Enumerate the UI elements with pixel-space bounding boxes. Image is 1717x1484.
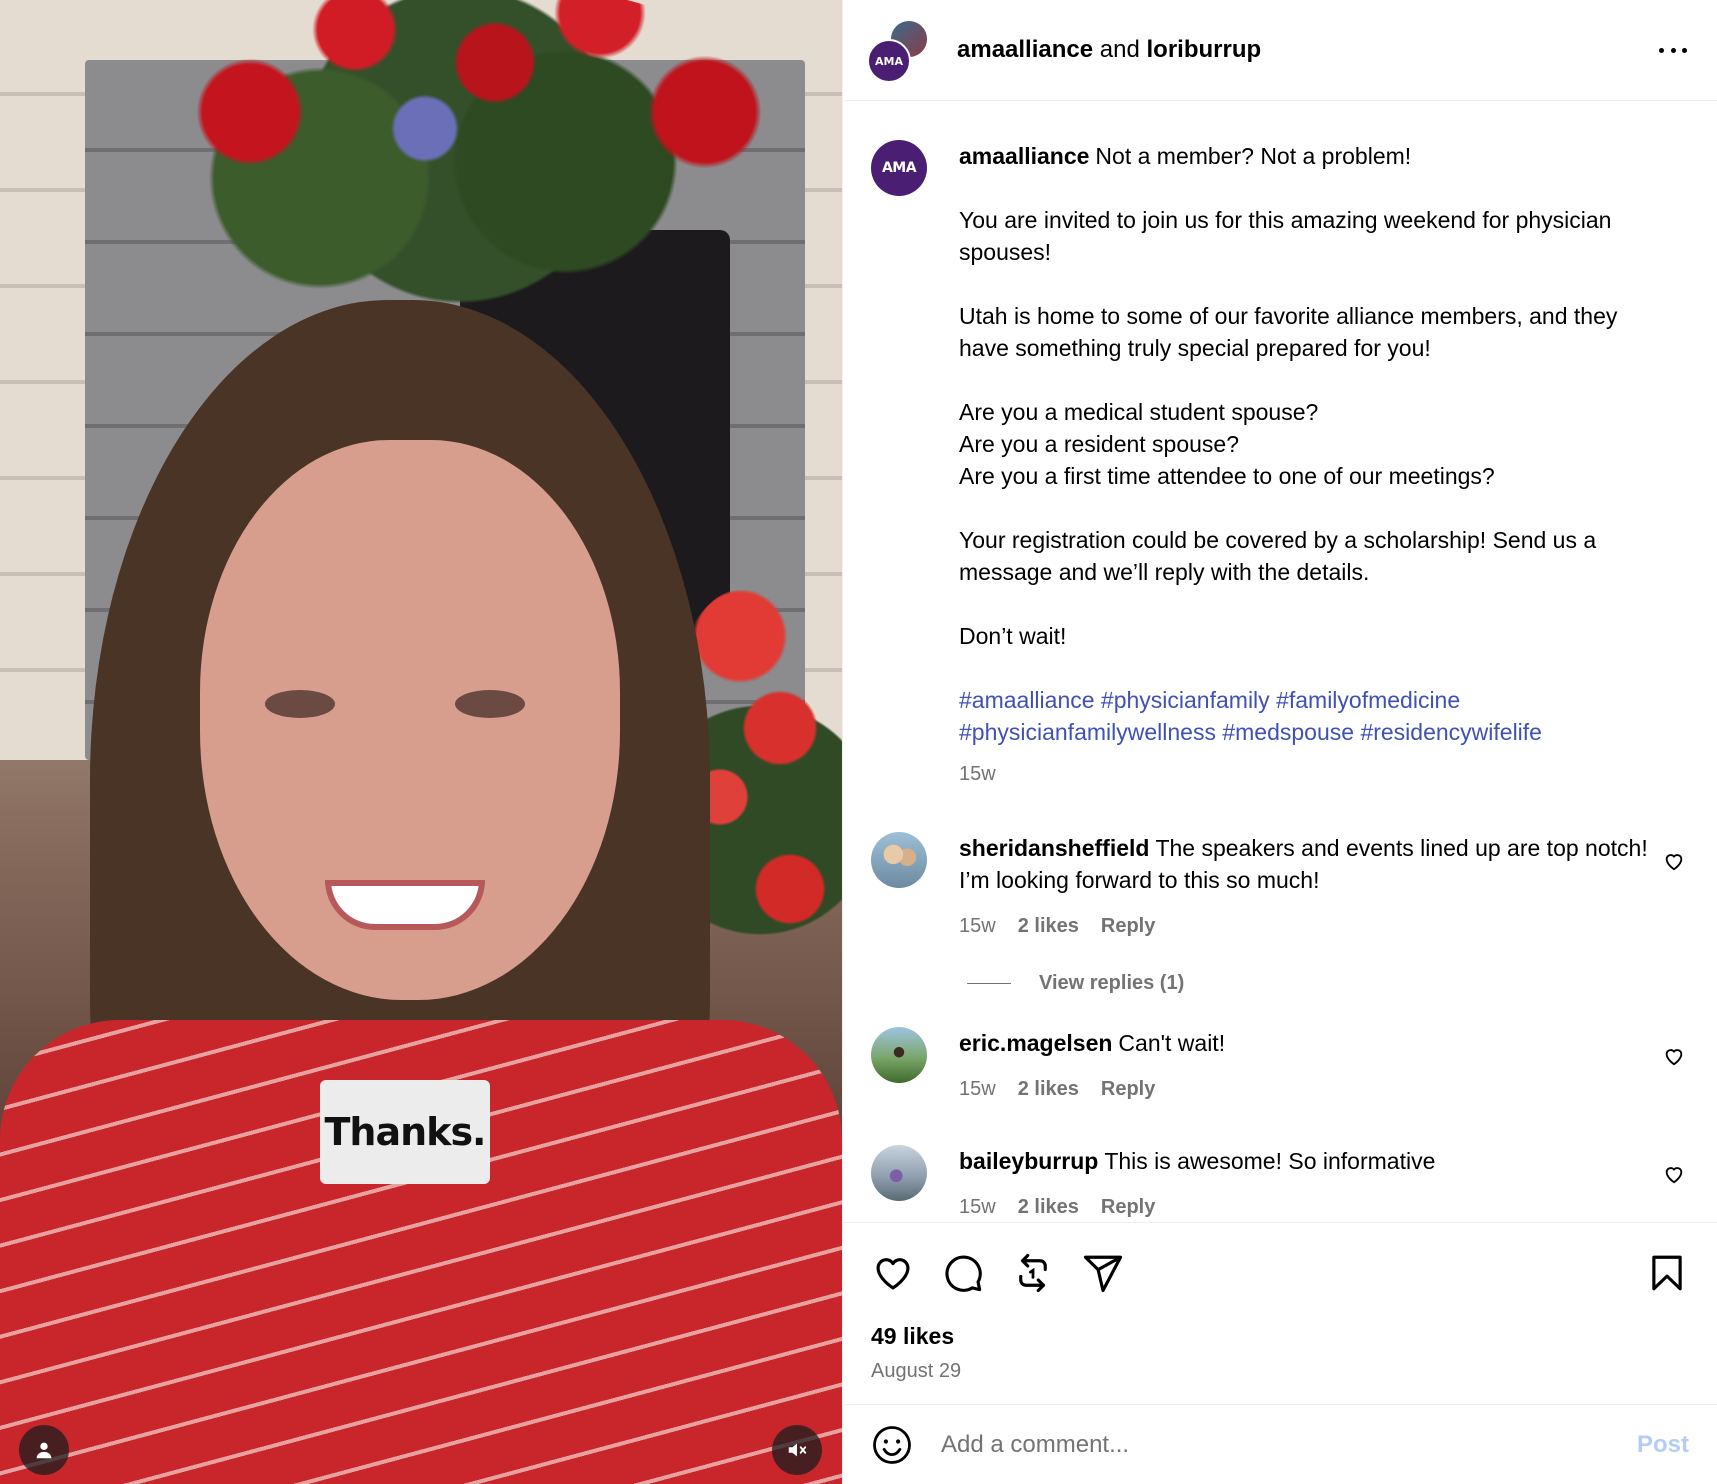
- more-icon-dot: [1682, 47, 1687, 53]
- comment-text: This is awesome! So informative: [1104, 1148, 1436, 1174]
- emoji-icon[interactable]: [871, 1424, 913, 1466]
- header-title: amaalliance and loriburrup: [957, 36, 1261, 64]
- comment-meta: 15w 2 likes Reply: [959, 1073, 1649, 1105]
- video-person-eye-left: [265, 690, 335, 718]
- comment-item: eric.magelsen Can't wait! 15w 2 likes Rep…: [871, 1027, 1689, 1105]
- caption-line: Are you a medical student spouse?: [959, 399, 1319, 425]
- like-button[interactable]: [871, 1251, 915, 1295]
- comment-meta: 15w 2 likes Reply: [959, 1191, 1649, 1222]
- bookmark-icon: [1652, 1255, 1682, 1291]
- save-button[interactable]: [1645, 1251, 1689, 1295]
- caption-paragraph: Don’t wait!: [959, 623, 1067, 649]
- share-icon: [1083, 1255, 1123, 1293]
- comment-username[interactable]: baileyburrup: [959, 1148, 1098, 1174]
- caption-meta: 15w: [959, 758, 1649, 790]
- comment-button[interactable]: [941, 1251, 985, 1295]
- like-count[interactable]: 49 likes: [871, 1323, 1689, 1350]
- video-person-smile: [325, 880, 485, 930]
- reply-button[interactable]: Reply: [1101, 1191, 1155, 1222]
- add-comment-bar: Post: [843, 1404, 1717, 1484]
- comment-likes[interactable]: 2 likes: [1018, 910, 1079, 942]
- like-comment-heart-icon[interactable]: [1663, 1163, 1685, 1185]
- post-sidebar: AMA amaalliance and loriburrup AMA amaal…: [842, 0, 1717, 1484]
- comments-scroll-area[interactable]: AMA amaalliance Not a member? Not a probl…: [843, 102, 1717, 1222]
- comment-input[interactable]: [941, 1430, 1637, 1459]
- video-player[interactable]: Thanks.: [0, 0, 842, 1484]
- heart-icon: [876, 1258, 910, 1290]
- reply-button[interactable]: Reply: [1101, 1073, 1155, 1105]
- avatar[interactable]: [871, 832, 927, 888]
- hashtag-link[interactable]: #medspouse: [1222, 719, 1354, 745]
- comment-text-block: sheridansheffield The speakers and events…: [959, 832, 1649, 896]
- comment-time[interactable]: 15w: [959, 910, 996, 942]
- comment-item: sheridansheffield The speakers and events…: [871, 832, 1689, 942]
- comment-meta: 15w 2 likes Reply: [959, 910, 1649, 942]
- video-caption: Thanks.: [320, 1080, 490, 1184]
- reply-button[interactable]: Reply: [1101, 910, 1155, 942]
- mute-icon: [788, 1443, 807, 1457]
- header-user-link-2[interactable]: loriburrup: [1146, 36, 1261, 63]
- caption-paragraph: Utah is home to some of our favorite all…: [959, 303, 1618, 361]
- hashtags: #amaalliance #physicianfamily #familyofm…: [959, 684, 1649, 748]
- comment-body: sheridansheffield The speakers and events…: [959, 832, 1689, 942]
- hashtag-link[interactable]: #residencywifelife: [1360, 719, 1542, 745]
- view-replies-label: View replies (1): [1039, 972, 1185, 994]
- like-comment-heart-icon[interactable]: [1663, 850, 1685, 872]
- view-replies-button[interactable]: View replies (1): [959, 972, 1689, 995]
- caption-time[interactable]: 15w: [959, 758, 996, 790]
- share-button[interactable]: [1081, 1251, 1125, 1295]
- comment-icon: [945, 1255, 982, 1292]
- caption-paragraph: Are you a medical student spouse? Are yo…: [959, 396, 1649, 492]
- mute-button[interactable]: [772, 1425, 822, 1475]
- comment-text-block: baileyburrup This is awesome! So informat…: [959, 1145, 1649, 1177]
- comment-text: Can't wait!: [1118, 1030, 1226, 1056]
- caption-username[interactable]: amaalliance: [959, 143, 1089, 169]
- caption-paragraph: Your registration could be covered by a …: [959, 527, 1597, 585]
- hashtag-link[interactable]: #physicianfamily: [1101, 687, 1270, 713]
- avatar-amaalliance[interactable]: AMA: [867, 39, 911, 83]
- caption-line: Are you a resident spouse?: [959, 431, 1240, 457]
- avatar[interactable]: AMA: [871, 140, 927, 196]
- post-actions: 49 likes August 29: [843, 1222, 1717, 1383]
- repost-icon: [1019, 1253, 1047, 1293]
- more-icon: [1659, 47, 1664, 53]
- comment-time[interactable]: 15w: [959, 1191, 996, 1222]
- like-comment-heart-icon[interactable]: [1663, 1045, 1685, 1067]
- post-comment-button[interactable]: Post: [1637, 1431, 1689, 1459]
- post-date[interactable]: August 29: [871, 1360, 1689, 1383]
- comment-username[interactable]: sheridansheffield: [959, 835, 1149, 861]
- view-replies-line: [967, 983, 1011, 984]
- video-person-eye-right: [455, 690, 525, 718]
- caption-line: Are you a first time attendee to one of …: [959, 463, 1495, 489]
- comment-likes[interactable]: 2 likes: [1018, 1073, 1079, 1105]
- comment-username[interactable]: eric.magelsen: [959, 1030, 1112, 1056]
- hashtag-link[interactable]: #amaalliance: [959, 687, 1095, 713]
- comment-body: baileyburrup This is awesome! So informat…: [959, 1145, 1689, 1222]
- caption-paragraph: You are invited to join us for this amaz…: [959, 207, 1612, 265]
- comment-likes[interactable]: 2 likes: [1018, 1191, 1079, 1222]
- comment-item: baileyburrup This is awesome! So informat…: [871, 1145, 1689, 1222]
- more-icon-dot: [1670, 47, 1676, 53]
- caption-body: amaalliance Not a member? Not a problem! …: [959, 140, 1689, 790]
- avatar[interactable]: [871, 1027, 927, 1083]
- comment-time[interactable]: 15w: [959, 1073, 996, 1105]
- header-user-link-1[interactable]: amaalliance: [957, 36, 1093, 63]
- hashtag-link[interactable]: #physicianfamilywellness: [959, 719, 1216, 745]
- post-header: AMA amaalliance and loriburrup: [843, 0, 1717, 101]
- repost-button[interactable]: [1011, 1251, 1055, 1295]
- collab-avatars[interactable]: AMA: [867, 19, 929, 83]
- hashtag-link[interactable]: #familyofmedicine: [1276, 687, 1460, 713]
- post-caption: AMA amaalliance Not a member? Not a probl…: [871, 140, 1689, 790]
- tagged-users-button[interactable]: [19, 1425, 69, 1475]
- caption-line: Not a member? Not a problem!: [1095, 143, 1412, 169]
- caption-paragraph: amaalliance Not a member? Not a problem!: [959, 140, 1649, 172]
- header-joiner: and: [1099, 36, 1140, 63]
- more-options-button[interactable]: [1653, 36, 1693, 64]
- user-icon: [36, 1442, 52, 1459]
- avatar[interactable]: [871, 1145, 927, 1201]
- action-icons: [871, 1249, 1689, 1297]
- comment-body: eric.magelsen Can't wait! 15w 2 likes Rep…: [959, 1027, 1689, 1105]
- comment-text-block: eric.magelsen Can't wait!: [959, 1027, 1649, 1059]
